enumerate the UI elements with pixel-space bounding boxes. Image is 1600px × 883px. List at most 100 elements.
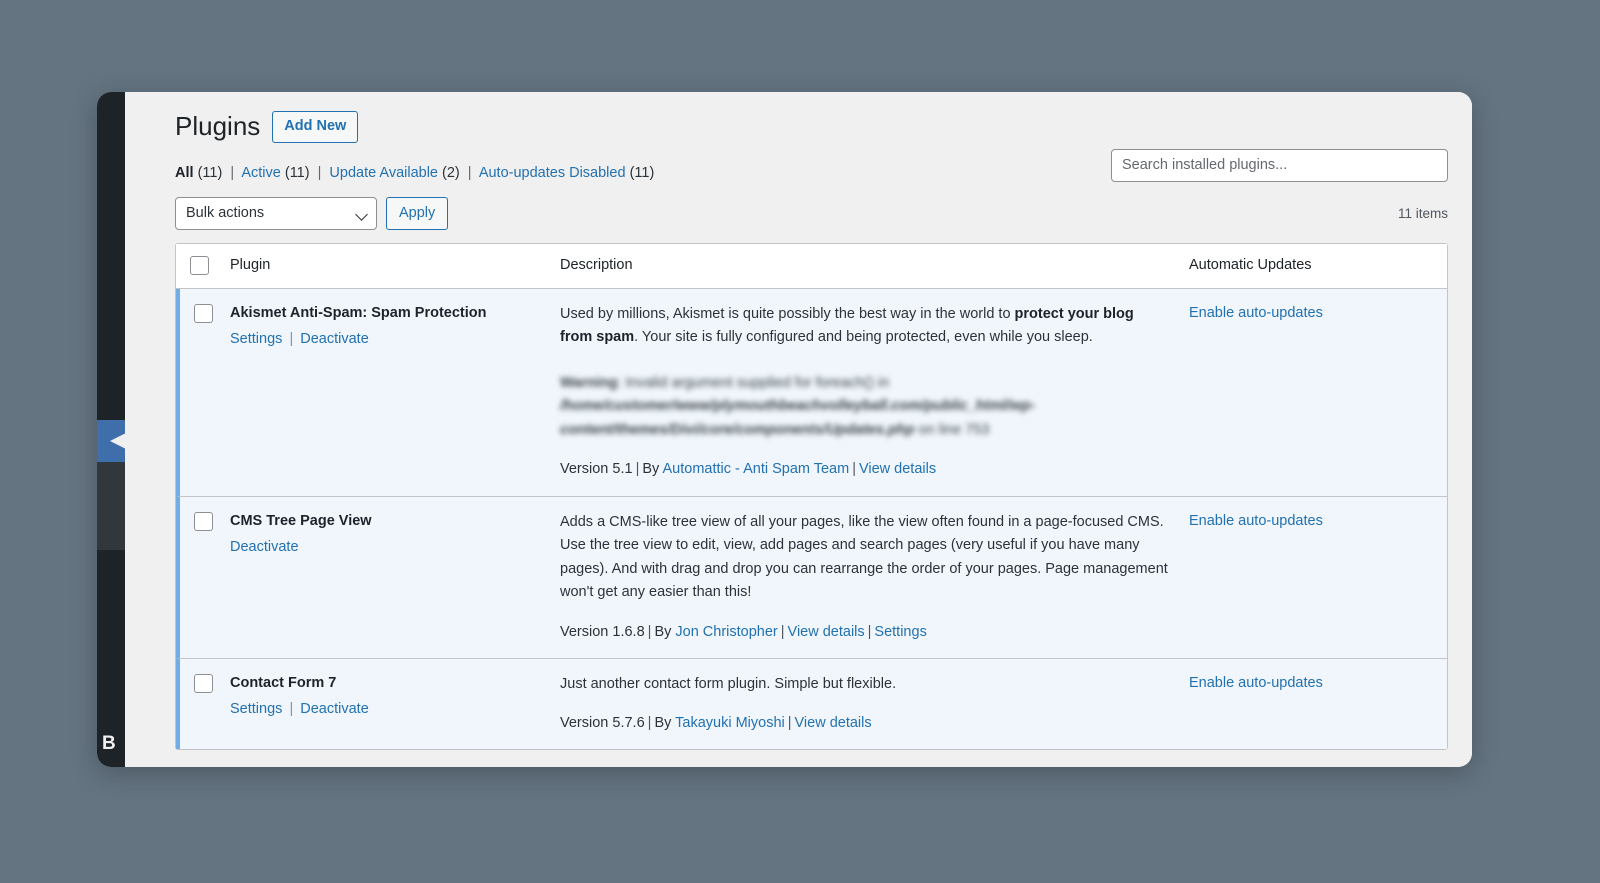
by-label: By xyxy=(654,715,671,731)
deactivate-link[interactable]: Deactivate xyxy=(300,701,369,717)
deactivate-link[interactable]: Deactivate xyxy=(300,331,369,347)
filter-link-auto-updates-disabled[interactable]: Auto-updates Disabled xyxy=(479,165,626,181)
filter-link-active[interactable]: Active xyxy=(241,165,281,181)
meta-separator: | xyxy=(849,461,859,477)
column-header-automatic-updates[interactable]: Automatic Updates xyxy=(1179,244,1447,289)
enable-auto-updates-link[interactable]: Enable auto-updates xyxy=(1189,513,1323,529)
desc-part: Used by millions, Akismet is quite possi… xyxy=(560,306,1015,322)
table-body: Akismet Anti-Spam: Spam Protection Setti… xyxy=(176,289,1447,749)
row-checkbox-cell xyxy=(176,496,220,658)
row-actions: Settings | Deactivate xyxy=(230,699,540,721)
plugin-meta: Version 5.7.6|By Takayuki Miyoshi|View d… xyxy=(560,712,1169,735)
plugin-version: Version 5.7.6 xyxy=(560,715,645,731)
bulk-actions-group: Bulk actions Apply xyxy=(175,197,448,230)
meta-separator: | xyxy=(865,624,875,640)
view-details-link[interactable]: View details xyxy=(788,624,865,640)
chevron-left-icon xyxy=(110,429,125,453)
author-link[interactable]: Jon Christopher xyxy=(675,624,777,640)
bulk-actions-select[interactable]: Bulk actions xyxy=(175,197,377,230)
view-details-link[interactable]: View details xyxy=(795,715,872,731)
enable-auto-updates-link[interactable]: Enable auto-updates xyxy=(1189,675,1323,691)
search-group: 11 items xyxy=(1111,197,1448,221)
warning-message: : Invalid argument supplied for foreach(… xyxy=(617,375,889,391)
items-count: 11 items xyxy=(1398,206,1448,221)
plugin-version: Version 5.1 xyxy=(560,461,633,477)
filter-count-active: (11) xyxy=(285,165,310,181)
warning-label: Warning xyxy=(560,375,617,391)
table-row: CMS Tree Page View Deactivate Adds a CMS… xyxy=(176,496,1447,658)
page-title: Plugins xyxy=(175,110,260,144)
deactivate-link[interactable]: Deactivate xyxy=(230,539,299,555)
author-link[interactable]: Takayuki Miyoshi xyxy=(675,715,785,731)
settings-link[interactable]: Settings xyxy=(230,701,282,717)
plugins-table: Plugin Description Automatic Updates Aki… xyxy=(175,243,1448,750)
row-checkbox[interactable] xyxy=(194,512,213,531)
settings-link[interactable]: Settings xyxy=(874,624,926,640)
row-actions: Deactivate xyxy=(230,537,540,559)
filter-separator: | xyxy=(314,165,326,181)
enable-auto-updates-link[interactable]: Enable auto-updates xyxy=(1189,305,1323,321)
view-details-link[interactable]: View details xyxy=(859,461,936,477)
table-row: Contact Form 7 Settings | Deactivate Jus… xyxy=(176,658,1447,750)
admin-sidebar: B xyxy=(97,92,125,767)
sidebar-logo: B xyxy=(97,727,125,761)
action-separator: | xyxy=(286,701,296,717)
filter-separator: | xyxy=(226,165,238,181)
page-header: Plugins Add New xyxy=(175,110,1448,144)
meta-separator: | xyxy=(778,624,788,640)
plugin-description: Used by millions, Akismet is quite possi… xyxy=(560,303,1169,350)
content-gutter xyxy=(125,92,151,767)
filter-count-auto-updates-disabled: (11) xyxy=(630,165,655,181)
plugin-version: Version 1.6.8 xyxy=(560,624,645,640)
desc-part: . Your site is fully configured and bein… xyxy=(634,329,1093,345)
plugin-description: Adds a CMS-like tree view of all your pa… xyxy=(560,511,1169,605)
php-warning-notice: Warning: Invalid argument supplied for f… xyxy=(560,372,1169,442)
plugin-description: Just another contact form plugin. Simple… xyxy=(560,673,1169,696)
plugin-name-cell: Akismet Anti-Spam: Spam Protection Setti… xyxy=(220,289,550,496)
warning-tail: on line 753 xyxy=(915,422,990,438)
sidebar-item-hovered[interactable] xyxy=(97,462,125,550)
select-all-header xyxy=(176,244,220,289)
row-actions: Settings | Deactivate xyxy=(230,329,540,351)
by-label: By xyxy=(642,461,659,477)
row-checkbox[interactable] xyxy=(194,304,213,323)
filter-count-update-available: (2) xyxy=(442,165,460,181)
collapse-menu-button[interactable] xyxy=(97,420,125,462)
column-header-plugin[interactable]: Plugin xyxy=(220,244,550,289)
auto-updates-cell: Enable auto-updates xyxy=(1179,496,1447,658)
row-checkbox-cell xyxy=(176,658,220,750)
meta-separator: | xyxy=(645,624,655,640)
plugin-name-cell: CMS Tree Page View Deactivate xyxy=(220,496,550,658)
by-label: By xyxy=(654,624,671,640)
table-head: Plugin Description Automatic Updates xyxy=(176,244,1447,289)
plugin-name-cell: Contact Form 7 Settings | Deactivate xyxy=(220,658,550,750)
select-all-checkbox[interactable] xyxy=(190,256,209,275)
plugin-title: Contact Form 7 xyxy=(230,673,540,694)
filter-count-all: (11) xyxy=(198,165,223,181)
browser-window: B Plugins Add New All (11) | Active (11)… xyxy=(97,92,1472,767)
column-header-description[interactable]: Description xyxy=(550,244,1179,289)
action-separator: | xyxy=(286,331,296,347)
main-content: Plugins Add New All (11) | Active (11) |… xyxy=(151,92,1472,767)
row-checkbox-cell xyxy=(176,289,220,496)
author-link[interactable]: Automattic - Anti Spam Team xyxy=(663,461,850,477)
row-checkbox[interactable] xyxy=(194,674,213,693)
plugin-description-cell: Just another contact form plugin. Simple… xyxy=(550,658,1179,750)
plugin-description-cell: Adds a CMS-like tree view of all your pa… xyxy=(550,496,1179,658)
table-nav-top: Bulk actions Apply 11 items xyxy=(175,197,1448,243)
plugin-description-cell: Used by millions, Akismet is quite possi… xyxy=(550,289,1179,496)
plugin-meta: Version 1.6.8|By Jon Christopher|View de… xyxy=(560,621,1169,644)
plugin-meta: Version 5.1|By Automattic - Anti Spam Te… xyxy=(560,458,1169,481)
bulk-actions-wrapper: Bulk actions xyxy=(175,197,377,230)
apply-button[interactable]: Apply xyxy=(386,197,448,230)
plugin-title: Akismet Anti-Spam: Spam Protection xyxy=(230,303,540,324)
filter-separator: | xyxy=(464,165,476,181)
search-input[interactable] xyxy=(1111,149,1448,182)
table-row: Akismet Anti-Spam: Spam Protection Setti… xyxy=(176,289,1447,496)
settings-link[interactable]: Settings xyxy=(230,331,282,347)
add-new-button[interactable]: Add New xyxy=(272,111,358,144)
auto-updates-cell: Enable auto-updates xyxy=(1179,658,1447,750)
filter-link-all[interactable]: All xyxy=(175,165,194,181)
meta-separator: | xyxy=(633,461,643,477)
filter-link-update-available[interactable]: Update Available xyxy=(329,165,438,181)
